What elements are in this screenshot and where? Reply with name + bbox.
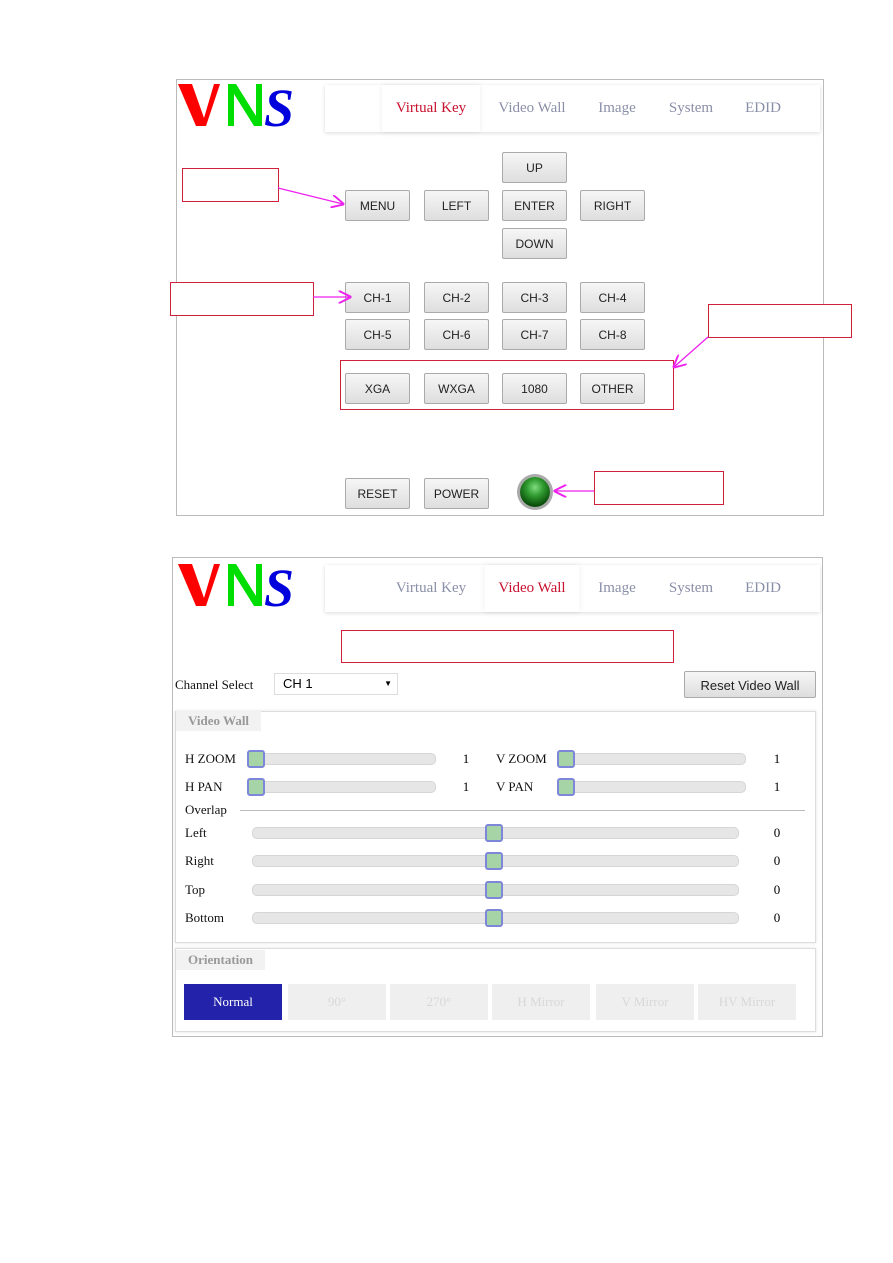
channel-select[interactable]: CH 1 ▼ [274, 673, 398, 695]
overlap-left-label: Left [185, 825, 207, 840]
h-pan-slider-thumb[interactable] [247, 778, 265, 796]
overlap-top-value: 0 [773, 882, 781, 897]
overlap-divider [240, 810, 805, 811]
manual-page: S Virtual Key Video Wall Image System ED… [0, 0, 893, 1263]
orientation-270-button[interactable]: 270° [390, 984, 488, 1020]
orientation-hv-mirror-button[interactable]: HV Mirror [698, 984, 796, 1020]
v-zoom-value: 1 [773, 751, 781, 766]
channel-select-label: Channel Select [175, 677, 254, 692]
orientation-legend: Orientation [176, 950, 265, 970]
arrow-resolution [674, 336, 709, 367]
overlap-left-slider-thumb[interactable] [485, 824, 503, 842]
v-zoom-label: V ZOOM [496, 751, 547, 766]
tab-video-wall[interactable]: Video Wall [484, 565, 579, 612]
nav-bar-2: Virtual Key Video Wall Image System EDID [325, 565, 820, 612]
overlap-bottom-value: 0 [773, 910, 781, 925]
channel-select-value: CH 1 [283, 676, 313, 691]
svg-text:S: S [264, 562, 294, 608]
h-pan-label: H PAN [185, 779, 223, 794]
dropdown-arrow-icon: ▼ [384, 679, 392, 688]
h-pan-slider[interactable] [250, 781, 436, 793]
overlap-top-slider-thumb[interactable] [485, 881, 503, 899]
h-zoom-label: H ZOOM [185, 751, 236, 766]
vns-logo-2: S [178, 562, 294, 608]
v-zoom-slider[interactable] [560, 753, 746, 765]
tab-virtual-key[interactable]: Virtual Key [382, 565, 480, 612]
orientation-normal-button[interactable]: Normal [184, 984, 282, 1020]
callout-arrows [277, 187, 709, 560]
v-pan-slider-thumb[interactable] [557, 778, 575, 796]
tab-system[interactable]: System [655, 565, 727, 612]
orientation-v-mirror-button[interactable]: V Mirror [596, 984, 694, 1020]
arrow-menu [277, 187, 343, 204]
overlap-bottom-slider-thumb[interactable] [485, 909, 503, 927]
overlap-right-slider-thumb[interactable] [485, 852, 503, 870]
overlap-bottom-label: Bottom [185, 910, 225, 925]
overlap-right-label: Right [185, 853, 214, 868]
h-zoom-slider-thumb[interactable] [247, 750, 265, 768]
overlap-label: Overlap [185, 802, 227, 817]
callout-box-video-wall [341, 630, 674, 663]
overlap-left-value: 0 [773, 825, 781, 840]
tab-image[interactable]: Image [584, 565, 649, 612]
overlap-right-value: 0 [773, 853, 781, 868]
orientation-90-button[interactable]: 90° [288, 984, 386, 1020]
h-zoom-value: 1 [462, 751, 470, 766]
tab-edid[interactable]: EDID [731, 565, 795, 612]
reset-video-wall-button[interactable]: Reset Video Wall [684, 671, 816, 698]
v-pan-value: 1 [773, 779, 781, 794]
v-pan-label: V PAN [496, 779, 534, 794]
h-pan-value: 1 [462, 779, 470, 794]
orientation-h-mirror-button[interactable]: H Mirror [492, 984, 590, 1020]
v-zoom-slider-thumb[interactable] [557, 750, 575, 768]
video-wall-legend: Video Wall [176, 711, 262, 731]
h-zoom-slider[interactable] [250, 753, 436, 765]
v-pan-slider[interactable] [560, 781, 746, 793]
overlap-top-label: Top [185, 882, 206, 897]
